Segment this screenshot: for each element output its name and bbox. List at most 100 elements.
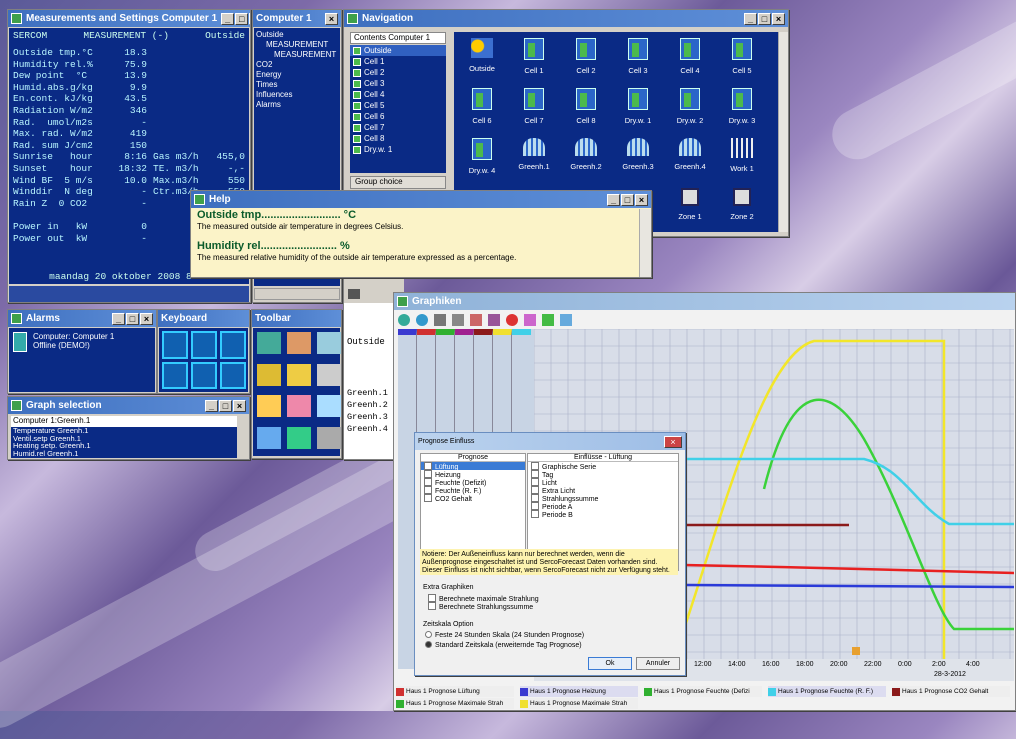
- nav-icon-dry-w-2[interactable]: Dry.w. 2: [664, 88, 716, 138]
- legend-item[interactable]: Haus 1 Prognose Maximale Strah: [396, 698, 514, 709]
- checkbox[interactable]: [531, 510, 539, 518]
- radio[interactable]: [425, 631, 432, 638]
- nav-icon-cell-8[interactable]: Cell 8: [560, 88, 612, 138]
- alarm-icon[interactable]: [506, 314, 518, 326]
- print-icon[interactable]: [348, 289, 360, 299]
- nav-list-item[interactable]: Cell 6: [350, 111, 446, 122]
- checkbox[interactable]: [531, 478, 539, 486]
- minimize-button[interactable]: _: [221, 12, 235, 25]
- maximize-button[interactable]: □: [126, 312, 139, 325]
- checkbox[interactable]: [424, 470, 432, 478]
- tree-item[interactable]: CO2: [256, 60, 338, 70]
- legend-item[interactable]: Haus 1 Prognose Heizung: [520, 686, 638, 697]
- influence-item[interactable]: Extra Licht: [528, 486, 678, 495]
- checkbox[interactable]: [531, 462, 539, 470]
- influence-item[interactable]: Graphische Serie: [528, 462, 678, 471]
- tree-item[interactable]: Times: [256, 80, 338, 90]
- nav-icon-cell-2[interactable]: Cell 2: [560, 38, 612, 88]
- key-button[interactable]: [162, 361, 188, 389]
- close-button[interactable]: ×: [140, 312, 153, 325]
- prognose-item[interactable]: Feuchte (Defizit): [421, 478, 525, 487]
- checkbox[interactable]: [531, 470, 539, 478]
- nav-icon-cell-4[interactable]: Cell 4: [664, 38, 716, 88]
- close-button[interactable]: ×: [772, 12, 785, 25]
- maximize-button[interactable]: □: [235, 12, 249, 25]
- tool-icon[interactable]: [257, 426, 281, 449]
- nav-list-item[interactable]: Cell 8: [350, 133, 446, 144]
- tool-icon[interactable]: [287, 426, 311, 449]
- prognose-item[interactable]: Lüftung: [421, 462, 525, 471]
- nav-icon-greenh-3[interactable]: Greenh.3: [612, 138, 664, 188]
- nav-icon-cell-7[interactable]: Cell 7: [508, 88, 560, 138]
- vertical-scrollbar[interactable]: [778, 32, 788, 232]
- influence-item[interactable]: Periode B: [528, 510, 678, 519]
- nav-icon-dry-w-4[interactable]: Dry.w. 4: [456, 138, 508, 188]
- close-button[interactable]: ×: [249, 12, 250, 25]
- minimize-button[interactable]: _: [205, 399, 218, 412]
- nav-icon-cell-1[interactable]: Cell 1: [508, 38, 560, 88]
- refresh-icon[interactable]: [398, 314, 410, 326]
- influence-item[interactable]: Strahlungssumme: [528, 494, 678, 503]
- tree-item[interactable]: Influences: [256, 90, 338, 100]
- nav-icon-work-1[interactable]: Work 1: [716, 138, 768, 188]
- prognose-item[interactable]: CO2 Gehalt: [421, 494, 525, 503]
- tool-icon[interactable]: [317, 395, 341, 417]
- tool-icon[interactable]: [317, 363, 341, 386]
- key-button[interactable]: [191, 331, 217, 359]
- nav-icon-dry-w-3[interactable]: Dry.w. 3: [716, 88, 768, 138]
- nav-list-item[interactable]: Cell 7: [350, 122, 446, 133]
- tool-icon[interactable]: [317, 426, 341, 449]
- legend-item[interactable]: Haus 1 Prognose Feuchte (Defizi: [644, 686, 762, 697]
- legend-item[interactable]: Haus 1 Prognose Lüftung: [396, 686, 514, 697]
- influence-item[interactable]: Periode A: [528, 502, 678, 511]
- timescale-option[interactable]: Feste 24 Stunden Skala (24 Stunden Progn…: [425, 631, 584, 641]
- tree-item[interactable]: Energy: [256, 70, 338, 80]
- checkbox[interactable]: [531, 502, 539, 510]
- checkbox[interactable]: [428, 602, 436, 610]
- minimize-button[interactable]: _: [112, 312, 125, 325]
- nav-list-item[interactable]: Dry.w. 1: [350, 144, 446, 155]
- tree-item[interactable]: Alarms: [256, 100, 338, 110]
- close-button[interactable]: ×: [664, 435, 682, 448]
- nav-icon-outside[interactable]: Outside: [456, 38, 508, 88]
- tool-icon[interactable]: [287, 363, 311, 386]
- key-button[interactable]: [220, 361, 246, 389]
- tree-item[interactable]: MEASUREMENT: [256, 40, 338, 50]
- influence-item[interactable]: Licht: [528, 478, 678, 487]
- extra-graph-option[interactable]: Berechnete Strahlungssumme: [425, 602, 539, 611]
- checkbox[interactable]: [428, 594, 436, 602]
- checkbox[interactable]: [531, 486, 539, 494]
- group-choice-button[interactable]: Group choice: [350, 176, 446, 189]
- tool-icon[interactable]: [287, 332, 311, 354]
- checkbox[interactable]: [424, 486, 432, 494]
- tree-item[interactable]: MEASUREMENT: [256, 50, 338, 60]
- checkbox[interactable]: [424, 462, 432, 470]
- key-button[interactable]: [191, 361, 217, 389]
- graph-selection-item[interactable]: Humid.rel Greenh.1: [13, 450, 237, 458]
- close-button[interactable]: ×: [635, 193, 648, 206]
- tool-icon[interactable]: [287, 395, 311, 417]
- nav-icon-zone-1[interactable]: Zone 1: [664, 188, 716, 238]
- nav-list-item[interactable]: Cell 4: [350, 89, 446, 100]
- prognose-item[interactable]: Feuchte (R. F.): [421, 486, 525, 495]
- legend-item[interactable]: Haus 1 Prognose Feuchte (R. F.): [768, 686, 886, 697]
- nav-icon-cell-3[interactable]: Cell 3: [612, 38, 664, 88]
- forecast-icon[interactable]: [542, 314, 554, 326]
- tool-icon[interactable]: [257, 363, 281, 386]
- minimize-button[interactable]: _: [607, 193, 620, 206]
- settings-icon[interactable]: [434, 314, 446, 326]
- checkbox[interactable]: [531, 494, 539, 502]
- radio[interactable]: [425, 641, 432, 648]
- close-button[interactable]: ×: [325, 12, 338, 25]
- nav-list-item[interactable]: Cell 5: [350, 100, 446, 111]
- nav-list-item[interactable]: Cell 1: [350, 56, 446, 67]
- nav-list-item[interactable]: Outside: [350, 45, 446, 56]
- maximize-button[interactable]: □: [621, 193, 634, 206]
- zoom-icon[interactable]: [416, 314, 428, 326]
- influence-item[interactable]: Tag: [528, 470, 678, 479]
- filter-icon[interactable]: [488, 314, 500, 326]
- cancel-button[interactable]: Annuler: [636, 657, 680, 670]
- nav-icon-cell-5[interactable]: Cell 5: [716, 38, 768, 88]
- tab-contents[interactable]: Contents Computer 1: [350, 32, 446, 44]
- nav-icon-zone-2[interactable]: Zone 2: [716, 188, 768, 238]
